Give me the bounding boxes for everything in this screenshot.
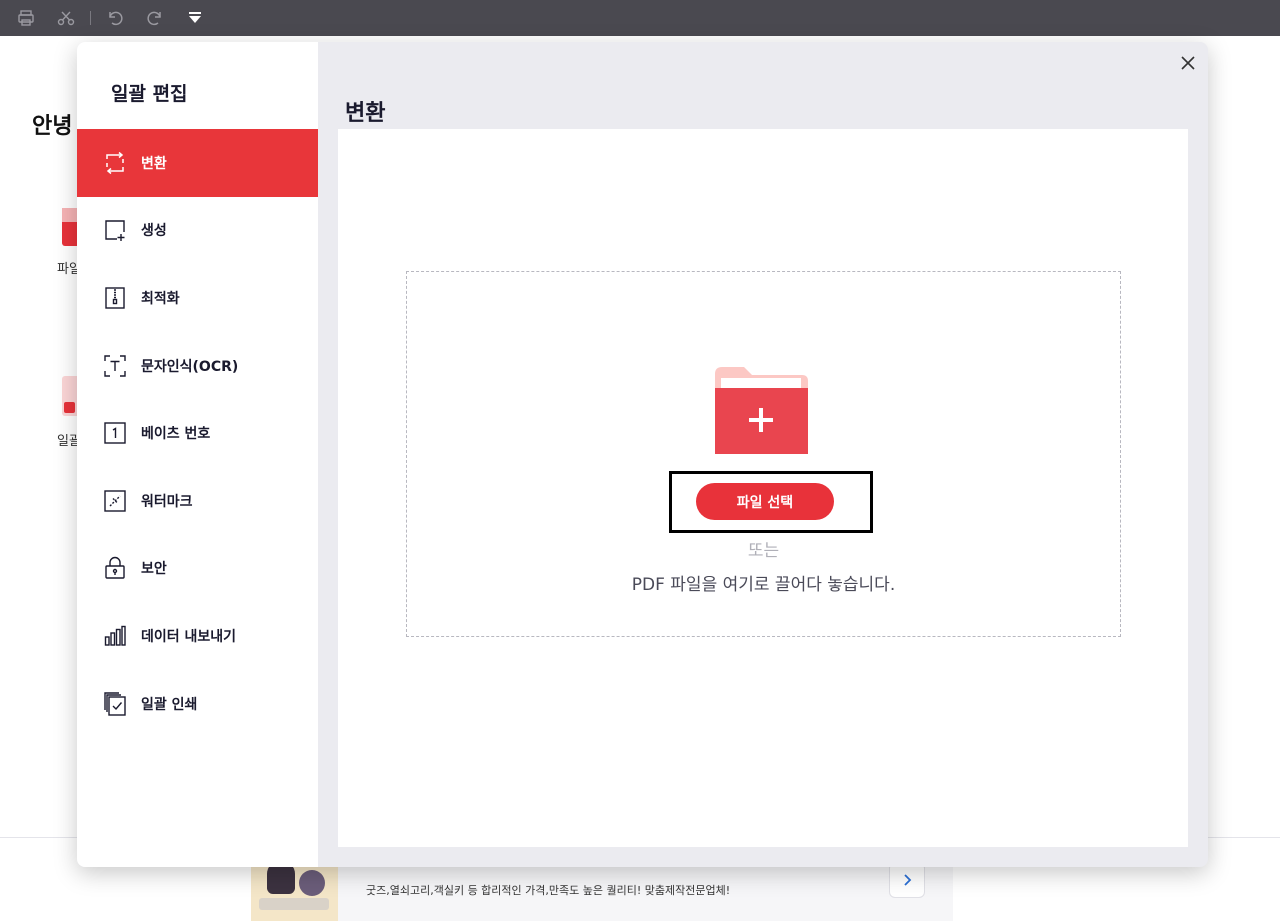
top-toolbar [0, 0, 1280, 36]
sidebar-item-watermark[interactable]: 워터마크 [77, 467, 318, 535]
close-button[interactable] [1177, 52, 1199, 74]
sidebar-item-label: 보안 [141, 561, 167, 578]
select-file-button[interactable]: 파일 선택 [696, 483, 834, 520]
dropdown-arrow-icon[interactable] [184, 7, 206, 29]
sidebar-item-optimize[interactable]: 최적화 [77, 264, 318, 332]
batch-edit-modal: 일괄 편집 변환 생성 최적화 문자인식(OCR) 베이츠 번호 워터마크 보안… [77, 42, 1208, 867]
sidebar-item-label: 일괄 인쇄 [141, 696, 198, 713]
sidebar-item-export-data[interactable]: 데이터 내보내기 [77, 602, 318, 670]
sidebar-menu: 변환 생성 최적화 문자인식(OCR) 베이츠 번호 워터마크 보안 데이터 내… [77, 129, 318, 737]
bar-chart-icon [103, 624, 127, 648]
print-icon[interactable] [15, 7, 37, 29]
sidebar-item-convert[interactable]: 변환 [77, 129, 318, 197]
modal-sidebar: 일괄 편집 변환 생성 최적화 문자인식(OCR) 베이츠 번호 워터마크 보안… [77, 42, 318, 867]
bates-number-icon [103, 421, 127, 445]
sidebar-item-label: 최적화 [141, 290, 180, 307]
drop-instruction: PDF 파일을 여기로 끌어다 놓습니다. [631, 575, 896, 595]
or-text: 또는 [747, 541, 780, 561]
sidebar-item-label: 워터마크 [141, 493, 193, 510]
create-icon [103, 218, 127, 242]
sidebar-item-label: 문자인식(OCR) [141, 358, 239, 375]
batch-print-icon [103, 691, 127, 716]
lock-icon [103, 556, 127, 580]
sidebar-item-batch-print[interactable]: 일괄 인쇄 [77, 670, 318, 738]
sidebar-item-label: 베이츠 번호 [141, 426, 211, 443]
convert-panel: 파일 선택 또는 PDF 파일을 여기로 끌어다 놓습니다. [338, 129, 1188, 847]
scissors-icon[interactable] [55, 7, 77, 29]
toolbar-separator [90, 11, 91, 25]
ocr-icon [103, 354, 127, 378]
file-drop-zone[interactable]: 파일 선택 또는 PDF 파일을 여기로 끌어다 놓습니다. [406, 271, 1121, 637]
optimize-icon [103, 286, 127, 310]
close-icon [1181, 56, 1195, 70]
modal-title: 일괄 편집 [111, 83, 188, 105]
watermark-icon [103, 489, 127, 513]
sidebar-item-label: 변환 [141, 155, 167, 172]
ad-next-button[interactable] [889, 862, 925, 898]
chevron-right-icon [904, 874, 912, 886]
folder-add-icon [714, 366, 810, 454]
sidebar-item-label: 데이터 내보내기 [141, 628, 237, 645]
sidebar-item-ocr[interactable]: 문자인식(OCR) [77, 332, 318, 400]
select-file-highlight: 파일 선택 [669, 471, 873, 533]
undo-icon[interactable] [104, 7, 126, 29]
section-title: 변환 [345, 101, 386, 126]
sidebar-item-create[interactable]: 생성 [77, 197, 318, 265]
convert-icon [103, 151, 127, 175]
redo-icon[interactable] [144, 7, 166, 29]
sidebar-item-label: 생성 [141, 223, 167, 240]
sidebar-item-security[interactable]: 보안 [77, 535, 318, 603]
background-greeting: 안녕 [32, 114, 73, 139]
sidebar-item-bates-number[interactable]: 베이츠 번호 [77, 399, 318, 467]
ad-text: 굿즈,열쇠고리,객실키 등 합리적인 가격,만족도 높은 퀄리티! 맞춤제작전문… [366, 884, 731, 897]
